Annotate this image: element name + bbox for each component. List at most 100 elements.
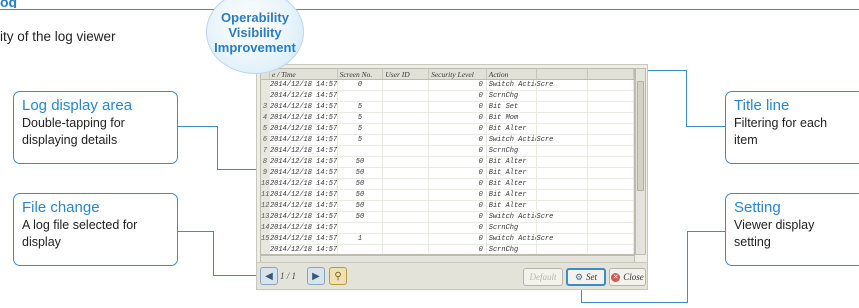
table-row[interactable]: 2014/12/18 14:57 0 ScrnChg [261, 245, 634, 254]
row-number: 7 [261, 146, 270, 156]
cell-user [383, 234, 430, 244]
connector-file-v [213, 231, 214, 276]
cell-blank [588, 168, 634, 178]
row-number [261, 91, 270, 101]
cell-blank [588, 223, 634, 233]
cell-blank [588, 179, 634, 189]
connector-log-h1 [178, 126, 218, 127]
cell-action: ScrnChg [487, 146, 537, 156]
table-row[interactable]: 5 2014/12/18 14:57 5 0 Bit Alter [261, 124, 634, 135]
set-label: Set [586, 272, 598, 282]
connector-set-v2 [687, 231, 688, 303]
title-line[interactable]: e / Time Screen No. User ID Security Lev… [261, 69, 634, 80]
cell-time: 2014/12/18 14:57 [269, 168, 338, 178]
table-row[interactable]: 2014/12/18 14:5700Switch ActionScre [261, 80, 634, 91]
cell-user [383, 146, 430, 156]
default-button[interactable]: Default [523, 268, 563, 286]
callout-desc: displaying details [22, 133, 118, 147]
column-header-action[interactable]: Action [487, 69, 537, 79]
table-row[interactable]: 10 2014/12/18 14:57 50 0 Bit Alter [261, 179, 634, 190]
cell-action: Bit Mom [487, 113, 537, 123]
cell-screen: 50 [338, 201, 384, 211]
cell-extra [537, 113, 589, 123]
section-heading-fragment: og [0, 0, 18, 8]
table-row[interactable]: 152014/12/18 14:571 0Switch ActionScre [261, 234, 634, 245]
cell-blank [588, 190, 634, 200]
cell-action: Bit Alter [487, 157, 537, 167]
table-row[interactable]: 9 2014/12/18 14:57 50 0 Bit Alter [261, 168, 634, 179]
cell-blank [588, 157, 634, 167]
close-button[interactable]: ✕ Close [609, 268, 646, 286]
cell-blank [588, 80, 634, 90]
table-row[interactable]: 4 2014/12/18 14:57 5 0 Bit Mom [261, 113, 634, 124]
connector-log-v [217, 126, 218, 170]
cell-screen [338, 146, 384, 156]
cell-screen: 1 [338, 234, 384, 244]
table-row[interactable]: 3 2014/12/18 14:57 5 0 Bit Set [261, 102, 634, 113]
table-row[interactable]: 62014/12/18 14:575 0Switch ActionScre [261, 135, 634, 146]
callout-title: Title line [734, 97, 790, 114]
table-row[interactable]: 8 2014/12/18 14:57 50 0 Bit Alter [261, 157, 634, 168]
cell-user [383, 168, 430, 178]
cell-time: 2014/12/18 14:57 [269, 212, 338, 222]
cell-time: 2014/12/18 14:57 [269, 179, 338, 189]
cell-blank [588, 91, 634, 101]
viewer-toolbar: ◀ 1 / 1 ▶ ⚲ Default ⚙ Set ✕ Close [256, 262, 648, 290]
callout-desc: item [734, 133, 758, 147]
cell-level: 0 [429, 234, 487, 244]
cell-time: 2014/12/18 14:57 [269, 91, 338, 101]
callout-log-display: Log display area Double-tapping for disp… [13, 91, 178, 164]
set-button[interactable]: ⚙ Set [566, 268, 606, 286]
cell-extra [537, 179, 589, 189]
cell-blank [588, 124, 634, 134]
scroll-thumb[interactable] [637, 81, 644, 191]
search-icon[interactable]: ⚲ [329, 267, 347, 285]
cell-level: 0 [429, 113, 487, 123]
cell-action: ScrnChg [487, 91, 537, 101]
cell-user [383, 223, 430, 233]
cell-user [383, 212, 430, 222]
cell-action: ScrnChg [487, 245, 537, 254]
file-prev-icon[interactable]: ◀ [260, 267, 278, 285]
cell-screen: 5 [338, 113, 384, 123]
column-header-user[interactable]: User ID [383, 69, 430, 79]
cell-action: Switch Action [488, 212, 537, 222]
cell-level: 0 [429, 80, 487, 90]
table-row[interactable]: 11 2014/12/18 14:57 50 0 Bit Alter [261, 190, 634, 201]
cell-user [383, 102, 430, 112]
column-header-screen[interactable]: Screen No. [338, 69, 384, 79]
file-next-icon[interactable]: ▶ [307, 267, 325, 285]
vertical-scrollbar[interactable] [635, 68, 646, 255]
cell-screen: 50 [338, 168, 384, 178]
cell-time: 2014/12/18 14:57 [269, 190, 338, 200]
callout-desc: Viewer display [734, 218, 815, 232]
cell-user [383, 124, 430, 134]
cell-screen [338, 245, 384, 254]
cell-action: Switch Action [488, 135, 537, 145]
cell-screen: 50 [338, 212, 384, 222]
cell-blank [588, 102, 634, 112]
column-header-time[interactable]: e / Time [270, 69, 338, 79]
cell-extra [537, 157, 589, 167]
cell-action: Switch Action [488, 234, 537, 244]
cell-extra: Scre [537, 234, 589, 244]
cell-level: 0 [429, 91, 487, 101]
log-display-area[interactable]: e / Time Screen No. User ID Security Lev… [260, 68, 635, 255]
cell-level: 0 [429, 146, 487, 156]
callout-desc: A log file selected for [22, 218, 138, 232]
cell-level: 0 [429, 212, 487, 222]
cell-action: Bit Alter [487, 190, 537, 200]
cell-screen: 50 [338, 190, 384, 200]
column-header-extra[interactable] [537, 69, 589, 79]
callout-file-change: File change A log file selected for disp… [13, 193, 178, 266]
table-row[interactable]: 12 2014/12/18 14:57 50 0 Bit Alter [261, 201, 634, 212]
row-number: 3 [261, 102, 270, 112]
table-row[interactable]: 14 2014/12/18 14:57 0 ScrnChg [261, 223, 634, 234]
cell-user [383, 80, 430, 90]
column-header-level[interactable]: Security Level [429, 69, 487, 79]
close-label: Close [623, 272, 644, 282]
table-row[interactable]: 7 2014/12/18 14:57 0 ScrnChg [261, 146, 634, 157]
cell-time: 2014/12/18 14:57 [269, 102, 338, 112]
table-row[interactable]: 132014/12/18 14:5750 0Switch ActionScre [261, 212, 634, 223]
table-row[interactable]: 2014/12/18 14:57 0 ScrnChg [261, 91, 634, 102]
